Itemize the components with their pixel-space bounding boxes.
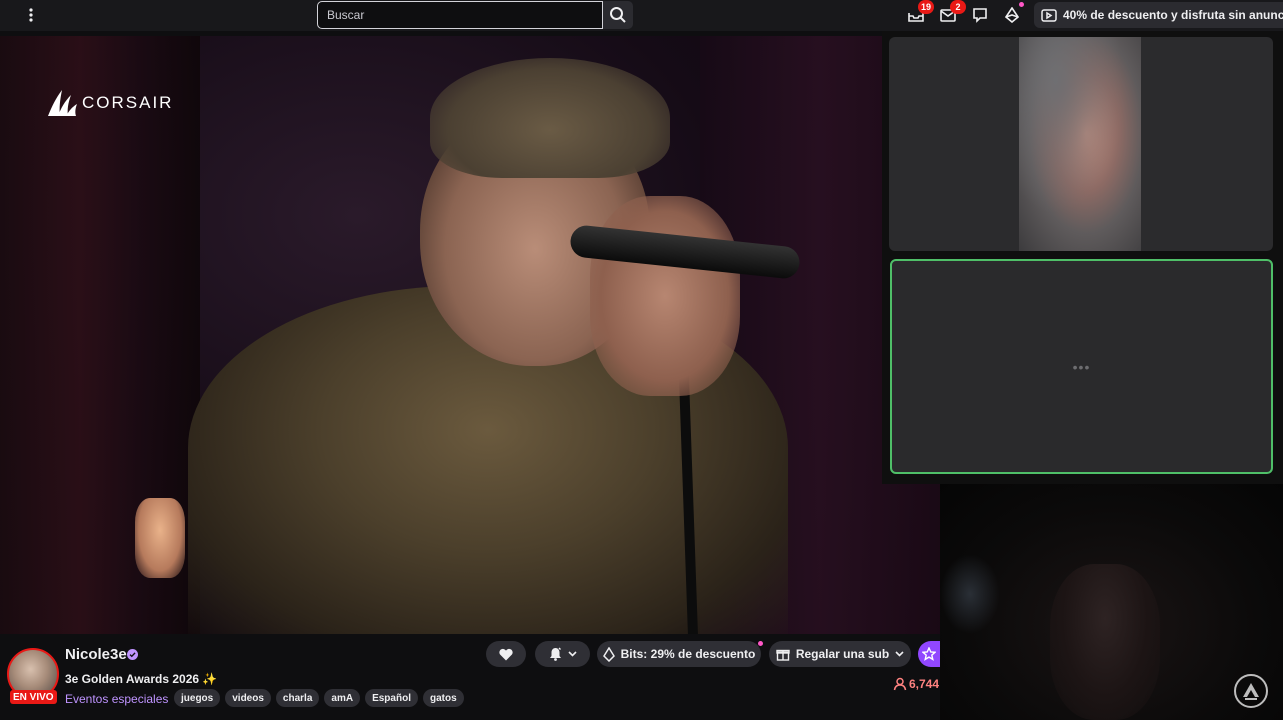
top-nav-bar: 19 2 40% de descuento y disfruta sin anu… — [0, 0, 1283, 31]
performer-hands — [590, 196, 740, 396]
whispers-count-badge: 2 — [950, 0, 966, 14]
sponsor-logo-text: CORSAIR — [82, 93, 174, 112]
watermark-logo — [1234, 674, 1268, 708]
viewer-count: 6,744 — [893, 677, 939, 691]
tag-list: juegos videos charla amA Español gatos — [174, 689, 464, 707]
chat-bubble-icon — [973, 8, 987, 23]
follow-button[interactable] — [486, 641, 526, 667]
participant-hood — [1019, 37, 1141, 251]
inbox-count-badge: 19 — [917, 0, 934, 14]
participant-video — [1019, 37, 1141, 251]
heart-icon — [499, 648, 513, 660]
bits-gem-icon — [1005, 7, 1019, 23]
promo-text: 40% de descuento y disfruta sin anuncios — [1063, 8, 1283, 22]
call-participant-tile — [889, 37, 1273, 251]
bits-discount-label: Bits: 29% de descuento — [620, 647, 756, 661]
more-options-icon[interactable] — [22, 4, 40, 26]
search-button[interactable] — [603, 1, 633, 29]
gift-sub-label: Regalar una sub — [795, 647, 890, 661]
bell-icon — [549, 647, 561, 661]
stage-prop — [135, 498, 185, 578]
call-speaking-tile: ••• — [890, 259, 1273, 474]
new-indicator-dot — [758, 641, 763, 646]
tag[interactable]: videos — [225, 689, 271, 707]
viewer-count-value: 6,744 — [909, 677, 940, 691]
loading-indicator: ••• — [1072, 358, 1091, 375]
channel-info-bar: EN VIVO Nicole3e 3e Golden Awards 2026 ✨… — [0, 634, 940, 720]
corsair-sails-icon — [48, 90, 77, 116]
gift-icon — [776, 649, 790, 661]
call-overlay-panel: ••• — [882, 31, 1283, 484]
watermark-icon — [1243, 683, 1259, 700]
tag[interactable]: juegos — [174, 689, 221, 707]
person-icon — [893, 677, 907, 691]
live-badge: EN VIVO — [10, 690, 57, 704]
webcam-person — [1050, 564, 1160, 720]
background-light — [940, 554, 1000, 634]
video-player[interactable]: CORSAIR — [0, 36, 940, 634]
performer-cap — [430, 58, 670, 178]
chevron-down-icon — [895, 651, 904, 657]
star-icon — [922, 647, 936, 661]
tag[interactable]: Español — [365, 689, 418, 707]
subscribe-button[interactable] — [918, 641, 940, 667]
inbox-button[interactable]: 19 — [904, 0, 934, 26]
search-bar — [317, 1, 633, 29]
bits-discount-button[interactable]: Bits: 29% de descuento — [597, 641, 761, 667]
channel-name[interactable]: Nicole3e — [65, 646, 127, 663]
tag[interactable]: amA — [324, 689, 361, 707]
stream-title: 3e Golden Awards 2026 ✨ — [65, 672, 218, 686]
bits-gem-icon — [602, 646, 615, 662]
search-input[interactable] — [317, 1, 603, 29]
gift-sub-button[interactable]: Regalar una sub — [769, 641, 911, 667]
ad-free-icon — [1041, 8, 1057, 22]
bits-store-button[interactable] — [1000, 2, 1024, 26]
search-icon — [610, 7, 626, 23]
tag[interactable]: charla — [275, 689, 320, 707]
whispers-button[interactable]: 2 — [936, 0, 966, 26]
notifications-button[interactable] — [535, 641, 590, 667]
verified-icon — [127, 649, 138, 660]
new-indicator-dot — [1019, 2, 1024, 7]
turbo-promo-button[interactable]: 40% de descuento y disfruta sin anuncios — [1034, 2, 1283, 28]
category-link[interactable]: Eventos especiales — [65, 692, 168, 706]
chat-button[interactable] — [968, 4, 992, 26]
tag[interactable]: gatos — [422, 689, 464, 707]
sponsor-logo: CORSAIR — [46, 88, 173, 118]
chevron-down-icon — [567, 651, 577, 657]
webcam-overlay — [940, 484, 1283, 720]
